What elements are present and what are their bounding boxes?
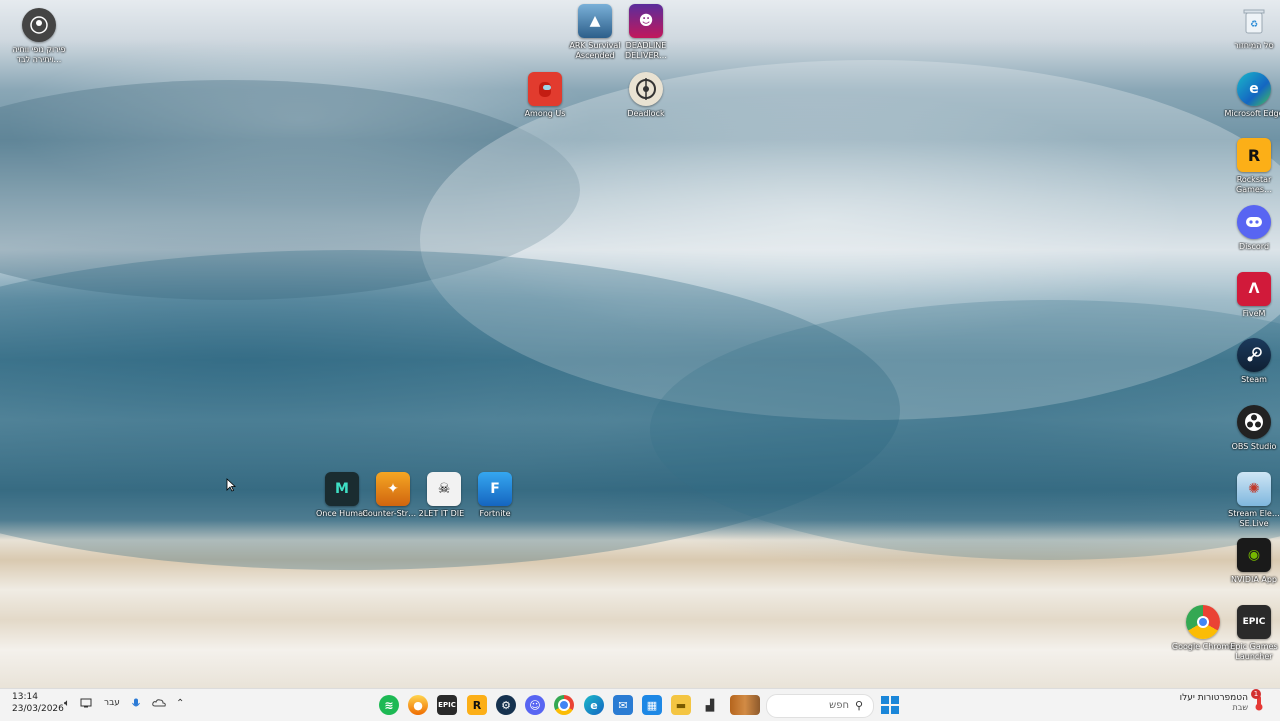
weather-text: הטמפרטורות יעלו: [1179, 693, 1248, 703]
search-icon: ⚲: [854, 699, 863, 712]
weather-icon[interactable]: 1: [1250, 689, 1268, 711]
mail-icon[interactable]: ✉: [613, 695, 633, 715]
desktop-icon-rockstar[interactable]: R Rockstar Games…: [1224, 138, 1280, 195]
desktop-icon-deadline[interactable]: ☻ DEADLINE DELIVER…: [616, 4, 676, 61]
desktop-icon-obs[interactable]: OBS Studio: [1224, 405, 1280, 452]
start-button[interactable]: [880, 695, 900, 715]
file-explorer-icon[interactable]: ▬: [671, 695, 691, 715]
person-circle-icon: [22, 8, 56, 42]
desktop-icon-label: OBS Studio: [1231, 442, 1277, 451]
language-indicator[interactable]: עבר: [104, 698, 120, 708]
once-human-icon: M: [325, 472, 359, 506]
search-box[interactable]: ⚲ חפש: [766, 694, 874, 718]
desktop-icon-edge[interactable]: e Microsoft Edge: [1224, 72, 1280, 119]
mouse-cursor-icon: [226, 478, 236, 492]
epic-taskbar-icon[interactable]: EPIC: [437, 695, 457, 715]
svg-text:♻: ♻: [1250, 20, 1258, 30]
epic-glyph: EPIC: [1242, 616, 1266, 627]
taskbar: 13:14 23/03/2026 🔈︎ עבר ⌃ ≋ ● EPIC R ⚙ ☺…: [0, 688, 1280, 721]
desktop-icon-label: DEADLINE DELIVER…: [624, 41, 668, 60]
terminal-icon[interactable]: ▟: [700, 695, 720, 715]
weather-widget[interactable]: הטמפרטורות יעלו שבת: [1168, 693, 1248, 712]
deadline-icon: ☻: [629, 4, 663, 38]
deadlock-icon: [629, 72, 663, 106]
steam-taskbar-icon[interactable]: ⚙: [496, 695, 516, 715]
clock-date[interactable]: 23/03/2026: [12, 704, 64, 714]
epic-icon: EPIC: [1237, 605, 1271, 639]
microphone-icon[interactable]: [132, 698, 140, 713]
desktop-icon-top-left[interactable]: פירוק נופי ווחיה ויתירה לבד…: [9, 8, 69, 65]
chrome-taskbar-icon[interactable]: [554, 695, 574, 715]
nvidia-icon: ◉: [1237, 538, 1271, 572]
desktop-icon-recycle-bin[interactable]: ♻ סל המיחזור: [1224, 4, 1280, 51]
among-us-icon: [528, 72, 562, 106]
discord-icon: [1237, 205, 1271, 239]
rockstar-taskbar-icon[interactable]: R: [467, 695, 487, 715]
volume-icon[interactable]: 🔈︎: [64, 698, 70, 709]
weather-subtext: שבת: [1232, 703, 1248, 712]
chevron-up-icon[interactable]: ⌃: [176, 698, 184, 709]
edge-icon: e: [1237, 72, 1271, 106]
desktop-icon-fivem[interactable]: Λ FiveM: [1224, 272, 1280, 319]
fortnite-icon: F: [478, 472, 512, 506]
streamlabs-icon: ✺: [1237, 472, 1271, 506]
desktop-icon-label: NVIDIA App: [1231, 575, 1277, 584]
desktop-icon-steam[interactable]: Steam: [1224, 338, 1280, 385]
desktop-icon-label: Microsoft Edge: [1224, 109, 1280, 118]
onedrive-icon[interactable]: [152, 698, 166, 710]
ark-icon: ▲: [578, 4, 612, 38]
spotify-icon[interactable]: ≋: [379, 695, 399, 715]
desktop-icon-discord[interactable]: Discord: [1224, 205, 1280, 252]
chrome-icon: [1186, 605, 1220, 639]
steam-icon: [1237, 338, 1271, 372]
recycle-bin-icon: ♻: [1237, 4, 1271, 38]
desktop-icon-label: Fortnite: [479, 509, 511, 518]
search-highlight-image: [730, 695, 760, 715]
desktop-icon-streamlabs[interactable]: ✺ Stream Ele… SE.Live: [1224, 472, 1280, 529]
desktop-icon-nvidia[interactable]: ◉ NVIDIA App: [1224, 538, 1280, 585]
desktop-icon-among-us[interactable]: Among Us: [515, 72, 575, 119]
desktop-icon-label: Deadlock: [627, 109, 665, 118]
desktop-icon-deadlock[interactable]: Deadlock: [616, 72, 676, 119]
app-orange-icon[interactable]: ●: [408, 695, 428, 715]
desktop-icon-label: Rockstar Games…: [1236, 175, 1272, 194]
let-it-die-icon: ☠: [427, 472, 461, 506]
desktop-icon-label: FiveM: [1242, 309, 1266, 318]
desktop-icon-label: Among Us: [524, 109, 566, 118]
desktop-icon-label: Discord: [1238, 242, 1270, 251]
discord-taskbar-icon[interactable]: ☺: [525, 695, 545, 715]
desktop-icon-label: Stream Ele… SE.Live: [1228, 509, 1280, 528]
desktop-wallpaper: פירוק נופי ווחיה ויתירה לבד… ▲ ARK Survi…: [0, 0, 1280, 688]
desktop-icon-fortnite[interactable]: F Fortnite: [465, 472, 525, 519]
counter-strike-icon: ✦: [376, 472, 410, 506]
clock-time[interactable]: 13:14: [12, 692, 38, 702]
desktop-icon-label: Epic Games Launcher: [1230, 642, 1278, 661]
rockstar-glyph: R: [1247, 145, 1261, 165]
desktop-icon-label: Steam: [1241, 375, 1267, 384]
store-icon[interactable]: ▦: [642, 695, 662, 715]
notification-badge: 1: [1251, 689, 1261, 699]
rockstar-icon: R: [1237, 138, 1271, 172]
search-placeholder: חפש: [829, 700, 849, 711]
desktop-icon-label: סל המיחזור: [1234, 41, 1274, 50]
obs-icon: [1237, 405, 1271, 439]
edge-taskbar-icon[interactable]: e: [584, 695, 604, 715]
desktop-icon-epic[interactable]: EPIC Epic Games Launcher: [1224, 605, 1280, 662]
fivem-icon: Λ: [1237, 272, 1271, 306]
network-icon[interactable]: [80, 698, 92, 711]
desktop-icon-label: פירוק נופי ווחיה ויתירה לבד…: [12, 45, 66, 64]
